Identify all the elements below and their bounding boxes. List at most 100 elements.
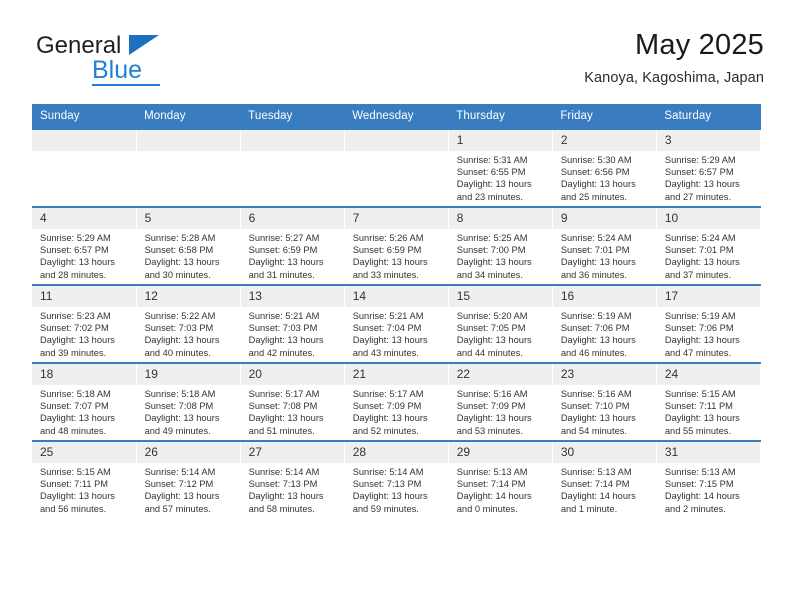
- day-cell[interactable]: 25 Sunrise: 5:15 AM Sunset: 7:11 PM Dayl…: [32, 440, 137, 518]
- sunset-text: Sunset: 7:03 PM: [144, 323, 214, 334]
- day-cell[interactable]: 13 Sunrise: 5:21 AM Sunset: 7:03 PM Dayl…: [240, 284, 345, 363]
- day-cell[interactable]: 15 Sunrise: 5:20 AM Sunset: 7:05 PM Dayl…: [448, 284, 553, 363]
- calendar-weekday-header: Sunday Monday Tuesday Wednesday Thursday…: [32, 104, 761, 129]
- day-cell[interactable]: 6 Sunrise: 5:27 AM Sunset: 6:59 PM Dayli…: [240, 206, 345, 285]
- day-cell[interactable]: 4 Sunrise: 5:29 AM Sunset: 6:57 PM Dayli…: [32, 206, 137, 285]
- daylight-text-line2: and 56 minutes.: [40, 503, 107, 514]
- day-number: [344, 130, 448, 151]
- daylight-text-line1: Daylight: 13 hours: [144, 491, 220, 502]
- sunset-text: Sunset: 7:14 PM: [456, 479, 526, 490]
- daylight-text-line2: and 40 minutes.: [144, 347, 211, 358]
- day-cell[interactable]: 9 Sunrise: 5:24 AM Sunset: 7:01 PM Dayli…: [552, 206, 657, 285]
- day-number: 16: [552, 286, 656, 307]
- day-number: 30: [552, 442, 656, 463]
- daylight-text-line2: and 25 minutes.: [560, 191, 627, 202]
- day-cell[interactable]: 3 Sunrise: 5:29 AM Sunset: 6:57 PM Dayli…: [656, 128, 762, 207]
- day-details: Sunrise: 5:22 AM Sunset: 7:03 PM Dayligh…: [137, 307, 240, 359]
- page-title: May 2025: [635, 29, 764, 61]
- day-details: Sunrise: 5:25 AM Sunset: 7:00 PM Dayligh…: [449, 229, 552, 281]
- day-number: [240, 130, 344, 151]
- day-number: [32, 130, 136, 151]
- day-number: 1: [448, 130, 552, 151]
- daylight-text-line1: Daylight: 13 hours: [144, 257, 220, 268]
- calendar-week-row: 11 Sunrise: 5:23 AM Sunset: 7:02 PM Dayl…: [32, 284, 762, 363]
- day-cell[interactable]: 19 Sunrise: 5:18 AM Sunset: 7:08 PM Dayl…: [136, 362, 241, 441]
- day-number: 8: [448, 208, 552, 229]
- day-cell[interactable]: 5 Sunrise: 5:28 AM Sunset: 6:58 PM Dayli…: [136, 206, 241, 285]
- daylight-text-line1: Daylight: 13 hours: [352, 413, 428, 424]
- day-cell[interactable]: 21 Sunrise: 5:17 AM Sunset: 7:09 PM Dayl…: [344, 362, 449, 441]
- sunset-text: Sunset: 6:59 PM: [352, 245, 422, 256]
- daylight-text-line2: and 31 minutes.: [248, 269, 315, 280]
- day-cell[interactable]: 17 Sunrise: 5:19 AM Sunset: 7:06 PM Dayl…: [656, 284, 762, 363]
- day-cell[interactable]: 30 Sunrise: 5:13 AM Sunset: 7:14 PM Dayl…: [552, 440, 657, 518]
- sunrise-text: Sunrise: 5:24 AM: [560, 233, 632, 243]
- sunset-text: Sunset: 7:13 PM: [352, 479, 422, 490]
- daylight-text-line1: Daylight: 13 hours: [40, 257, 115, 268]
- day-details: Sunrise: 5:28 AM Sunset: 6:58 PM Dayligh…: [137, 229, 240, 281]
- daylight-text-line1: Daylight: 14 hours: [664, 491, 740, 502]
- sunset-text: Sunset: 7:03 PM: [248, 323, 318, 334]
- day-cell[interactable]: 1 Sunrise: 5:31 AM Sunset: 6:55 PM Dayli…: [448, 128, 553, 207]
- daylight-text-line2: and 47 minutes.: [664, 347, 732, 358]
- day-cell[interactable]: 14 Sunrise: 5:21 AM Sunset: 7:04 PM Dayl…: [344, 284, 449, 363]
- day-cell[interactable]: 11 Sunrise: 5:23 AM Sunset: 7:02 PM Dayl…: [32, 284, 137, 363]
- day-number: 10: [656, 208, 760, 229]
- daylight-text-line2: and 59 minutes.: [352, 503, 419, 514]
- day-cell[interactable]: [32, 128, 137, 207]
- sunrise-text: Sunrise: 5:24 AM: [664, 233, 736, 243]
- day-cell[interactable]: 29 Sunrise: 5:13 AM Sunset: 7:14 PM Dayl…: [448, 440, 553, 518]
- sunrise-text: Sunrise: 5:14 AM: [248, 467, 320, 477]
- daylight-text-line2: and 2 minutes.: [664, 503, 726, 514]
- weekday-header-row: Sunday Monday Tuesday Wednesday Thursday…: [32, 104, 761, 129]
- day-cell[interactable]: 18 Sunrise: 5:18 AM Sunset: 7:07 PM Dayl…: [32, 362, 137, 441]
- sunset-text: Sunset: 7:06 PM: [560, 323, 630, 334]
- day-cell[interactable]: 16 Sunrise: 5:19 AM Sunset: 7:06 PM Dayl…: [552, 284, 657, 363]
- day-number: 31: [656, 442, 760, 463]
- sunrise-text: Sunrise: 5:14 AM: [352, 467, 424, 477]
- day-number: [136, 130, 240, 151]
- logo-underline: [92, 84, 160, 86]
- daylight-text-line2: and 42 minutes.: [248, 347, 315, 358]
- day-number: 11: [32, 286, 136, 307]
- day-cell[interactable]: 24 Sunrise: 5:15 AM Sunset: 7:11 PM Dayl…: [656, 362, 762, 441]
- day-cell[interactable]: 28 Sunrise: 5:14 AM Sunset: 7:13 PM Dayl…: [344, 440, 449, 518]
- sunset-text: Sunset: 7:11 PM: [40, 479, 109, 490]
- daylight-text-line2: and 0 minutes.: [456, 503, 518, 514]
- day-number: 22: [448, 364, 552, 385]
- sunrise-text: Sunrise: 5:15 AM: [40, 467, 111, 477]
- sunset-text: Sunset: 7:11 PM: [664, 401, 733, 412]
- daylight-text-line2: and 1 minute.: [560, 503, 618, 514]
- day-details: Sunrise: 5:23 AM Sunset: 7:02 PM Dayligh…: [32, 307, 136, 359]
- day-cell[interactable]: 27 Sunrise: 5:14 AM Sunset: 7:13 PM Dayl…: [240, 440, 345, 518]
- general-blue-logo[interactable]: General Blue: [32, 32, 242, 88]
- weekday-header-friday: Friday: [552, 104, 657, 129]
- day-cell[interactable]: [344, 128, 449, 207]
- day-number: 17: [656, 286, 760, 307]
- day-cell[interactable]: 12 Sunrise: 5:22 AM Sunset: 7:03 PM Dayl…: [136, 284, 241, 363]
- day-cell[interactable]: 7 Sunrise: 5:26 AM Sunset: 6:59 PM Dayli…: [344, 206, 449, 285]
- weekday-header-saturday: Saturday: [656, 104, 761, 129]
- day-cell[interactable]: 22 Sunrise: 5:16 AM Sunset: 7:09 PM Dayl…: [448, 362, 553, 441]
- day-cell[interactable]: 26 Sunrise: 5:14 AM Sunset: 7:12 PM Dayl…: [136, 440, 241, 518]
- day-cell[interactable]: 10 Sunrise: 5:24 AM Sunset: 7:01 PM Dayl…: [656, 206, 762, 285]
- calendar-week-row: 4 Sunrise: 5:29 AM Sunset: 6:57 PM Dayli…: [32, 206, 762, 285]
- sunrise-text: Sunrise: 5:16 AM: [560, 389, 632, 399]
- day-cell[interactable]: 23 Sunrise: 5:16 AM Sunset: 7:10 PM Dayl…: [552, 362, 657, 441]
- day-cell[interactable]: 8 Sunrise: 5:25 AM Sunset: 7:00 PM Dayli…: [448, 206, 553, 285]
- day-cell[interactable]: 2 Sunrise: 5:30 AM Sunset: 6:56 PM Dayli…: [552, 128, 657, 207]
- sunrise-text: Sunrise: 5:18 AM: [40, 389, 111, 399]
- day-number: 12: [136, 286, 240, 307]
- day-details: Sunrise: 5:13 AM Sunset: 7:14 PM Dayligh…: [553, 463, 656, 515]
- sunset-text: Sunset: 7:09 PM: [456, 401, 526, 412]
- sunrise-text: Sunrise: 5:19 AM: [664, 311, 736, 321]
- weekday-header-monday: Monday: [136, 104, 241, 129]
- daylight-text-line1: Daylight: 13 hours: [248, 335, 324, 346]
- sunrise-text: Sunrise: 5:19 AM: [560, 311, 632, 321]
- day-cell[interactable]: [136, 128, 241, 207]
- weekday-header-wednesday: Wednesday: [344, 104, 449, 129]
- day-cell[interactable]: 31 Sunrise: 5:13 AM Sunset: 7:15 PM Dayl…: [656, 440, 762, 518]
- day-cell[interactable]: 20 Sunrise: 5:17 AM Sunset: 7:08 PM Dayl…: [240, 362, 345, 441]
- daylight-text-line1: Daylight: 14 hours: [560, 491, 636, 502]
- day-cell[interactable]: [240, 128, 345, 207]
